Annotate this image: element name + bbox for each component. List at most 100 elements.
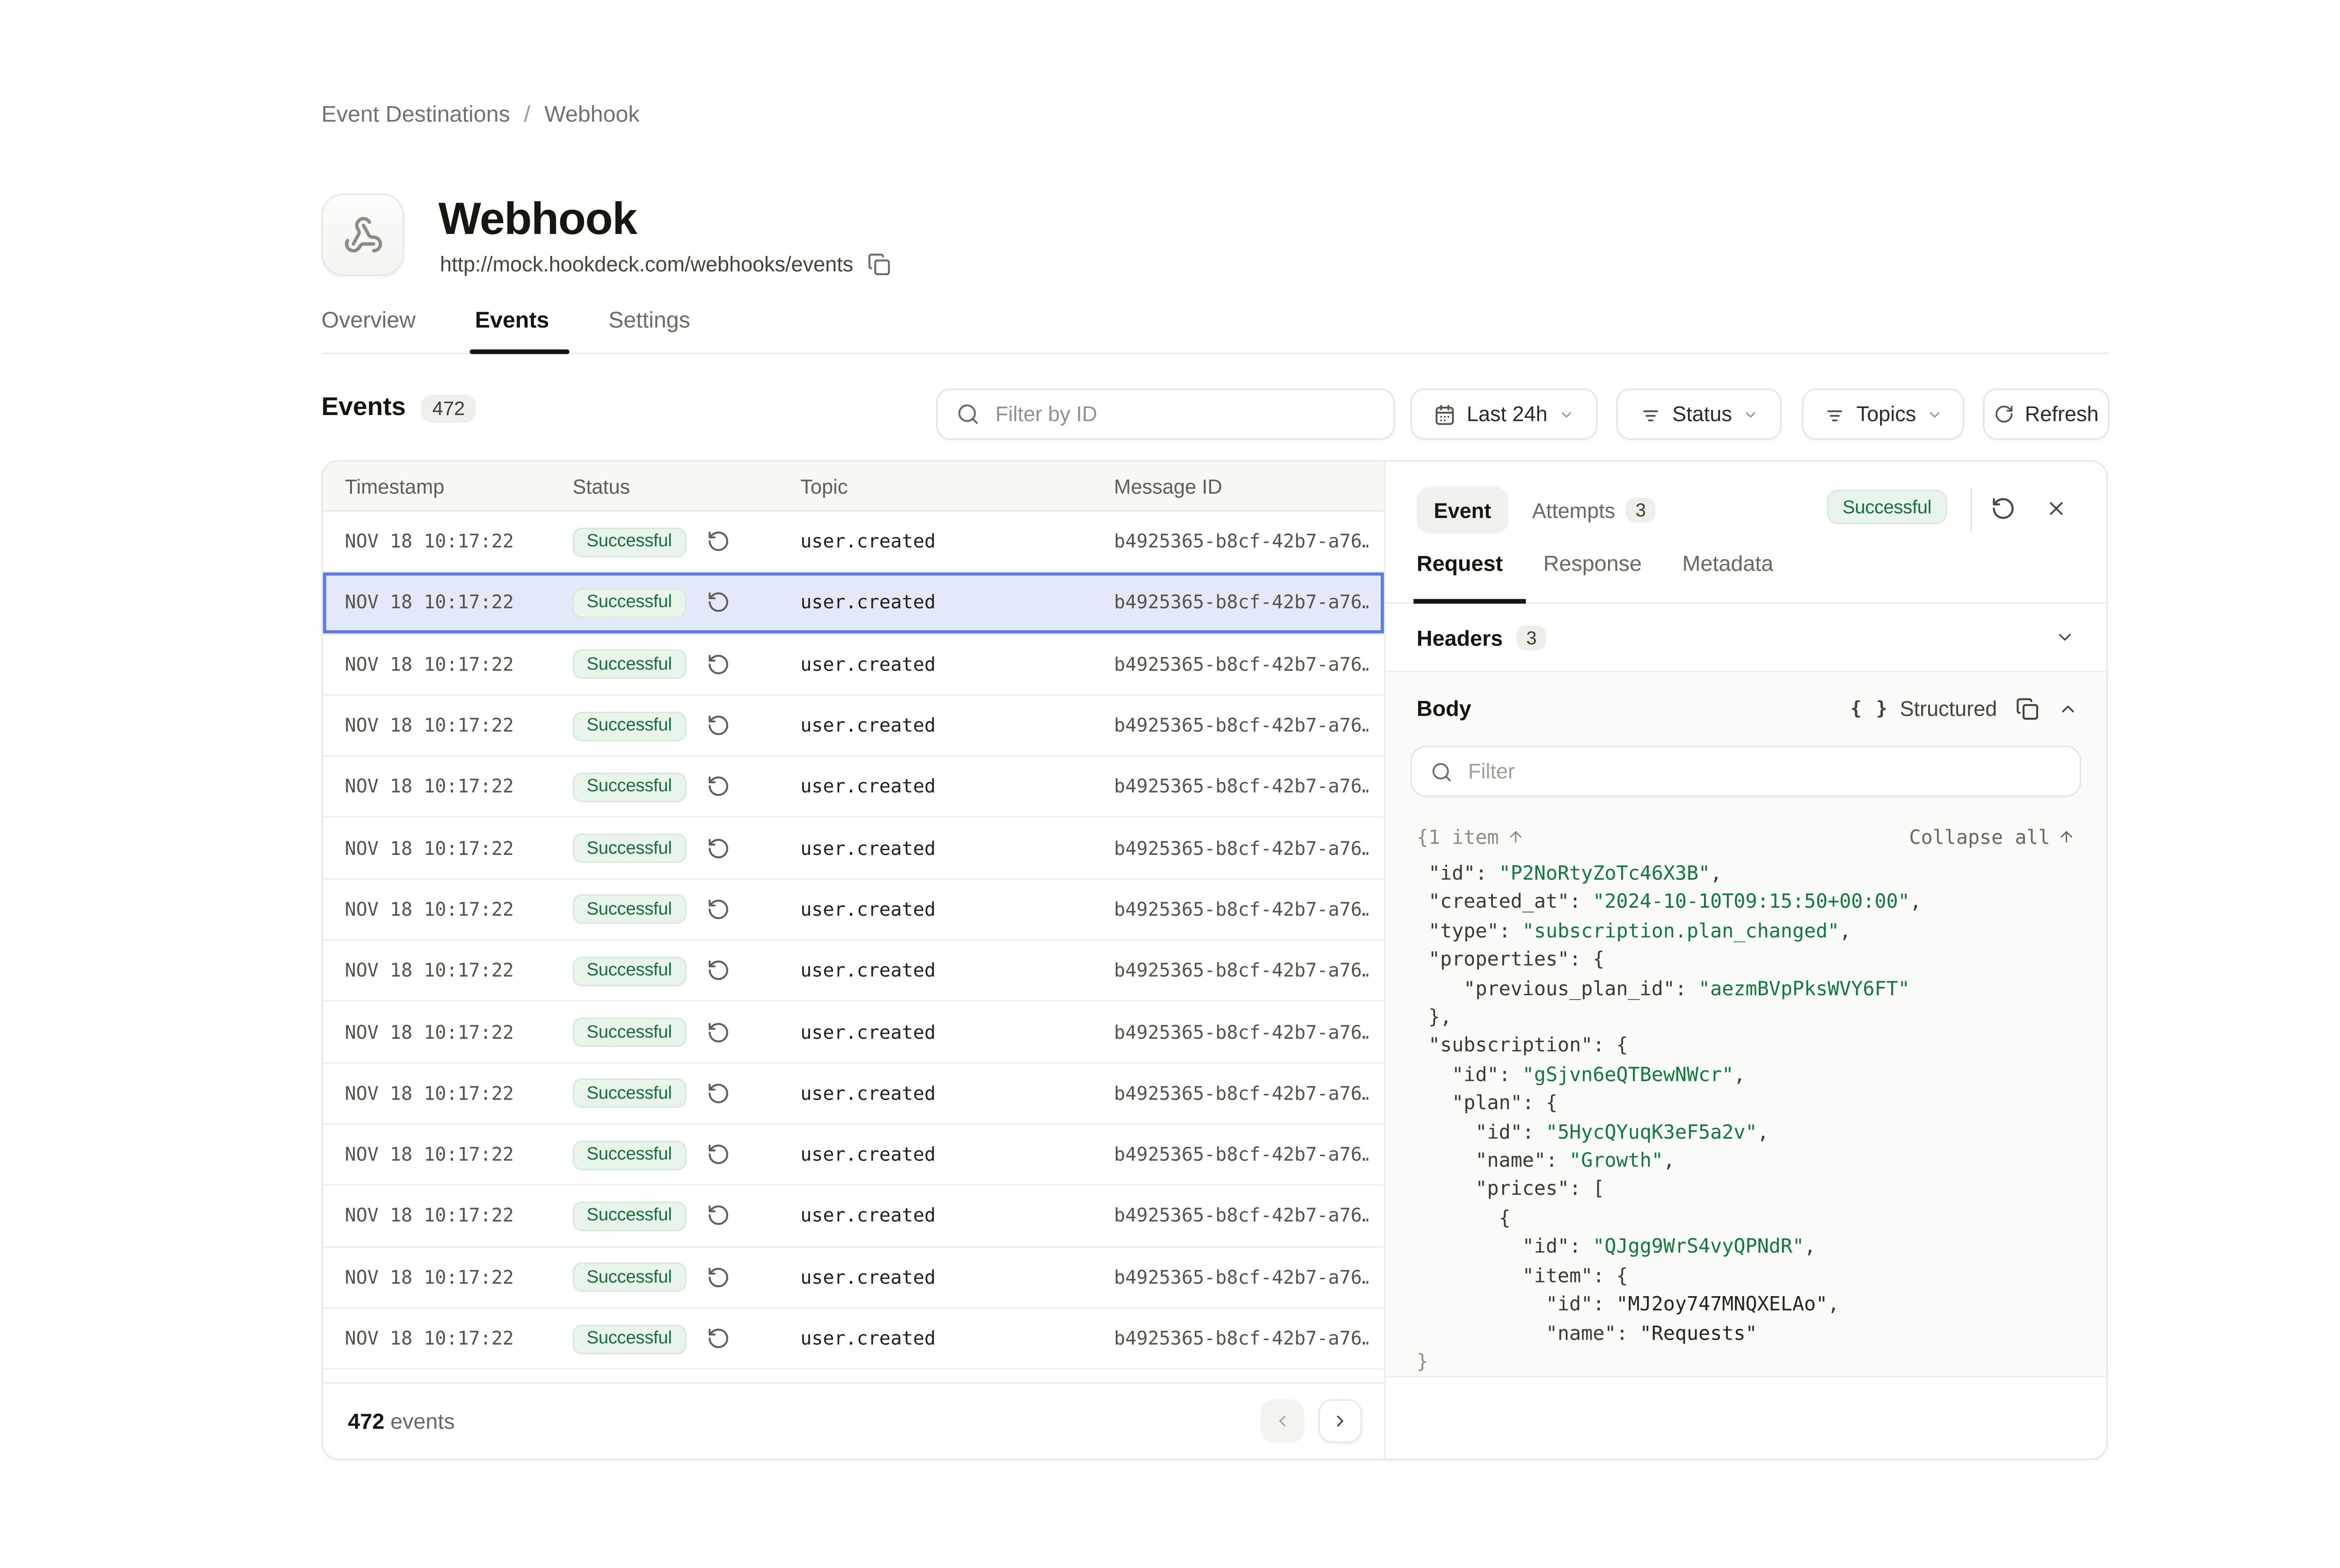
breadcrumb-separator: /	[524, 103, 530, 128]
table-row[interactable]: NOV 18 10:17:22 Successful user.created …	[323, 1247, 1384, 1309]
table-row[interactable]: NOV 18 10:17:22 Successful user.created …	[323, 695, 1384, 757]
json-line: "previous_plan_id": "aezmBVpPksWVY6FT"	[1417, 974, 2094, 1003]
collapse-body-button[interactable]	[2058, 698, 2078, 718]
headers-count-badge: 3	[1517, 625, 1546, 649]
events-total-label: events	[390, 1408, 455, 1433]
table-row[interactable]: NOV 18 10:17:22 Successful user.created …	[323, 1124, 1384, 1186]
table-row[interactable]: NOV 18 10:17:22 Successful user.created …	[323, 818, 1384, 879]
subtab-metadata[interactable]: Metadata	[1682, 551, 1774, 576]
prev-page-button[interactable]	[1261, 1399, 1304, 1443]
topics-filter-label: Topics	[1857, 402, 1916, 426]
tab-settings[interactable]: Settings	[608, 309, 690, 334]
table-row[interactable]: NOV 18 10:17:22 Successful user.created …	[323, 879, 1384, 941]
row-retry-button[interactable]	[707, 714, 730, 737]
row-timestamp: NOV 18 10:17:22	[345, 592, 514, 614]
row-message-id: b4925365-b8cf-42b7-a76…	[1114, 837, 1368, 859]
json-line: "id": "P2NoRtyZoTc46X3B",	[1417, 860, 2094, 888]
table-row[interactable]: NOV 18 10:17:22 Successful user.created …	[323, 1002, 1384, 1063]
tab-events[interactable]: Events	[475, 309, 549, 334]
row-retry-button[interactable]	[707, 530, 730, 553]
row-timestamp: NOV 18 10:17:22	[345, 531, 514, 553]
json-items-summary[interactable]: {1 item	[1417, 825, 1524, 849]
table-row[interactable]: NOV 18 10:17:22 Successful user.created …	[323, 573, 1384, 634]
close-panel-button[interactable]	[2045, 497, 2067, 519]
headers-section-toggle[interactable]: Headers 3	[1385, 604, 2106, 672]
chevron-left-icon	[1273, 1412, 1292, 1430]
chevron-up-icon	[2058, 698, 2078, 718]
tab-overview[interactable]: Overview	[322, 309, 416, 334]
row-retry-button[interactable]	[707, 1265, 730, 1289]
row-timestamp: NOV 18 10:17:22	[345, 653, 514, 675]
retry-icon	[707, 1020, 730, 1043]
filter-by-id-input[interactable]	[992, 401, 1375, 428]
collapse-all-label: Collapse all	[1909, 825, 2050, 849]
row-retry-button[interactable]	[707, 775, 730, 798]
row-topic: user.created	[800, 1021, 936, 1043]
structured-view-toggle[interactable]: { } Structured	[1850, 696, 1997, 720]
calendar-icon	[1434, 403, 1456, 425]
event-status-badge: Successful	[1827, 490, 1947, 524]
row-message-id: b4925365-b8cf-42b7-a76…	[1114, 531, 1368, 553]
copy-body-button[interactable]	[2016, 696, 2039, 720]
row-retry-button[interactable]	[707, 1204, 730, 1227]
table-row[interactable]: NOV 18 10:17:22 Successful user.created …	[323, 941, 1384, 1002]
row-retry-button[interactable]	[707, 959, 730, 982]
json-line: "id": "QJgg9WrS4vyQPNdR",	[1417, 1233, 2094, 1262]
row-status-badge: Successful	[572, 956, 686, 985]
row-status-badge-wrap: Successful	[572, 772, 686, 802]
table-row[interactable]: NOV 18 10:17:22 Successful user.created …	[323, 1309, 1384, 1370]
time-range-button[interactable]: Last 24h	[1411, 388, 1598, 440]
row-status-badge-wrap: Successful	[572, 588, 686, 618]
topics-filter-button[interactable]: Topics	[1802, 388, 1964, 440]
refresh-label: Refresh	[2025, 402, 2099, 426]
row-retry-button[interactable]	[707, 591, 730, 614]
next-page-button[interactable]	[1318, 1399, 1362, 1443]
json-code: "id": "P2NoRtyZoTc46X3B", "created_at": …	[1417, 860, 2094, 1376]
table-row[interactable]: NOV 18 10:17:22 Successful user.created …	[323, 757, 1384, 818]
subtab-request[interactable]: Request	[1417, 551, 1503, 576]
row-message-id: b4925365-b8cf-42b7-a76…	[1114, 715, 1368, 737]
row-status-badge-wrap: Successful	[572, 1078, 686, 1109]
chevron-down-icon	[1743, 406, 1758, 422]
retry-icon	[1991, 496, 2016, 521]
subtab-response[interactable]: Response	[1543, 551, 1642, 576]
row-timestamp: NOV 18 10:17:22	[345, 715, 514, 737]
row-retry-button[interactable]	[707, 652, 730, 676]
table-row[interactable]: NOV 18 10:17:22 Successful user.created …	[323, 511, 1384, 573]
row-topic: user.created	[800, 960, 936, 982]
breadcrumb-item-destinations[interactable]: Event Destinations	[322, 103, 510, 128]
row-message-id: b4925365-b8cf-42b7-a76…	[1114, 1266, 1368, 1288]
row-retry-button[interactable]	[707, 897, 730, 921]
retry-event-button[interactable]	[1991, 496, 2016, 521]
row-topic: user.created	[800, 653, 936, 675]
table-row[interactable]: NOV 18 10:17:22 Successful user.created …	[323, 634, 1384, 695]
retry-icon	[707, 1081, 730, 1105]
panel-tab-event[interactable]: Event	[1417, 487, 1508, 533]
collapse-all-button[interactable]: Collapse all	[1909, 825, 2075, 849]
table-row[interactable]: NOV 18 10:17:22 Successful user.created …	[323, 1186, 1384, 1247]
row-message-id: b4925365-b8cf-42b7-a76…	[1114, 653, 1368, 675]
table-row[interactable]: NOV 18 10:17:22 Successful user.created …	[323, 1370, 1384, 1382]
row-retry-button[interactable]	[707, 836, 730, 860]
panel-tab-attempts[interactable]: Attempts 3	[1532, 487, 1655, 533]
row-timestamp: NOV 18 10:17:22	[345, 1327, 514, 1349]
table-row[interactable]: NOV 18 10:17:22 Successful user.created …	[323, 1063, 1384, 1124]
row-retry-button[interactable]	[707, 1020, 730, 1043]
breadcrumb-item-webhook[interactable]: Webhook	[544, 103, 639, 128]
row-topic: user.created	[800, 1205, 936, 1227]
status-filter-button[interactable]: Status	[1616, 388, 1782, 440]
row-topic: user.created	[800, 531, 936, 553]
json-line: }	[1417, 1348, 2094, 1376]
copy-url-button[interactable]	[867, 253, 891, 276]
row-timestamp: NOV 18 10:17:22	[345, 1266, 514, 1288]
webhook-url-row: http://mock.hookdeck.com/webhooks/events	[440, 253, 891, 276]
row-retry-button[interactable]	[707, 1143, 730, 1166]
event-status-badge-wrap: Successful	[1827, 490, 1947, 524]
refresh-button[interactable]: Refresh	[1983, 388, 2109, 440]
app-window: Event Destinations / Webhook Webhook htt…	[0, 0, 2340, 1568]
events-title: Events	[322, 393, 406, 423]
structured-label: Structured	[1900, 696, 1997, 720]
row-retry-button[interactable]	[707, 1081, 730, 1105]
row-retry-button[interactable]	[707, 1327, 730, 1350]
body-filter-input[interactable]	[1465, 758, 2061, 785]
